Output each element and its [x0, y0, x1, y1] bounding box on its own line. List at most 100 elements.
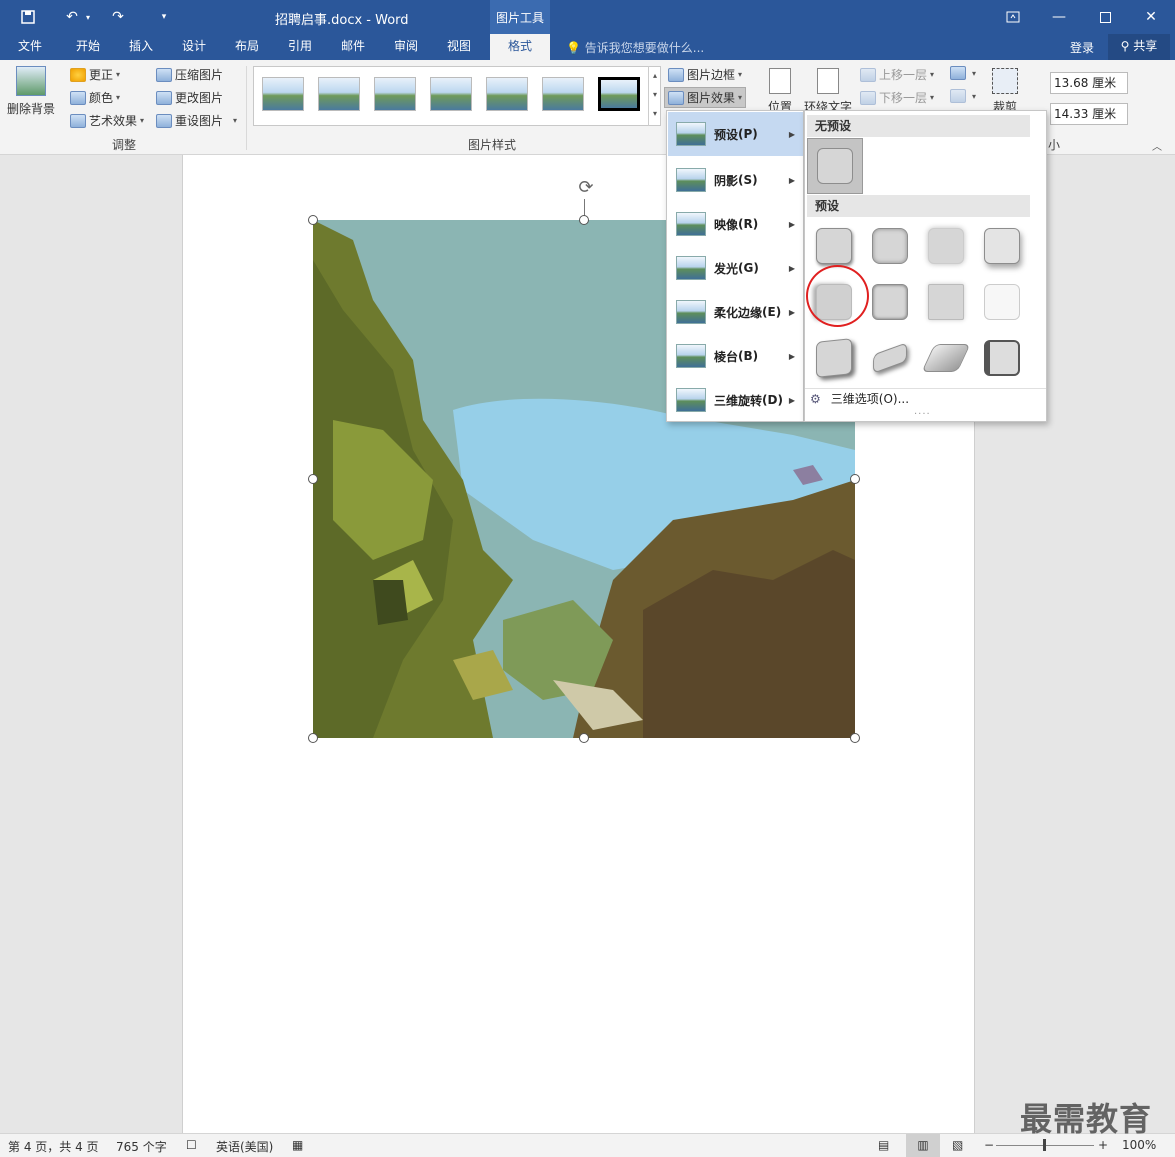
tell-me-search[interactable]: 💡 告诉我您想要做什么... [566, 39, 704, 56]
change-picture-label: 更改图片 [175, 91, 224, 105]
menu-item-shadow[interactable]: 阴影 (S) ▶ [668, 158, 803, 202]
close-icon[interactable]: ✕ [1128, 0, 1174, 34]
preset-11[interactable] [918, 330, 974, 386]
resize-handle-top[interactable] [579, 215, 589, 225]
undo-icon[interactable]: ↶ [60, 6, 84, 28]
maximize-icon[interactable] [1082, 0, 1128, 34]
border-icon [668, 67, 684, 82]
resize-grip-icon[interactable]: .... [914, 406, 931, 417]
tab-mailings[interactable]: 邮件 [327, 34, 379, 60]
glow-key: (G) [738, 261, 759, 275]
send-backward-button[interactable]: 下移一层 ▾ [860, 89, 934, 106]
menu-item-preset[interactable]: 预设 (P) ▶ [668, 112, 803, 156]
picture-style-3[interactable] [374, 77, 416, 111]
menu-item-bevel[interactable]: 棱台 (B) ▶ [668, 334, 803, 378]
save-icon[interactable] [16, 6, 40, 28]
wrap-text-button[interactable]: 环绕文字 [804, 68, 852, 115]
tab-design[interactable]: 设计 [168, 34, 220, 60]
proofing-icon[interactable]: ☐ [186, 1138, 197, 1152]
zoom-out-icon[interactable]: − [984, 1138, 994, 1152]
tab-home[interactable]: 开始 [62, 34, 114, 60]
preset-none[interactable] [807, 138, 863, 194]
menu-item-glow[interactable]: 发光 (G) ▶ [668, 246, 803, 290]
reset-picture-button[interactable]: 重设图片 ▾ [156, 112, 237, 129]
resize-handle-right[interactable] [850, 474, 860, 484]
preset-3[interactable] [918, 218, 974, 274]
redo-icon[interactable]: ↷ [106, 6, 130, 28]
resize-handle-bottom[interactable] [579, 733, 589, 743]
tab-file[interactable]: 文件 [4, 34, 56, 60]
resize-handle-bottom-left[interactable] [308, 733, 318, 743]
read-mode-icon[interactable]: ▤ [878, 1138, 889, 1152]
tab-layout[interactable]: 布局 [221, 34, 273, 60]
change-picture-icon [156, 90, 172, 105]
print-layout-icon[interactable]: ▥ [906, 1134, 940, 1157]
web-layout-icon[interactable]: ▧ [952, 1138, 963, 1152]
macro-icon[interactable]: ▦ [292, 1138, 303, 1152]
page-count[interactable]: 第 4 页，共 4 页 [8, 1138, 99, 1155]
3d-options-button[interactable]: ⚙ 三维选项(O)... [810, 390, 909, 407]
preset-9[interactable] [806, 330, 862, 386]
ribbon-display-icon[interactable] [990, 0, 1036, 34]
position-button[interactable]: 位置 [768, 68, 792, 115]
picture-style-6[interactable] [542, 77, 584, 111]
crop-button[interactable]: 裁剪 [992, 68, 1018, 115]
preset-7[interactable] [918, 274, 974, 330]
share-button[interactable]: ⚲ 共享 [1108, 34, 1170, 60]
collapse-ribbon-icon[interactable]: ︿ [1152, 138, 1162, 153]
vertical-scrollbar[interactable] [1160, 155, 1175, 1133]
corrections-button[interactable]: 更正 ▾ [70, 66, 120, 83]
title-bar: ↶ ▾ ↷ ▾ 招聘启事.docx - Word 图片工具 — ✕ [0, 0, 1175, 34]
height-field[interactable]: 13.68 厘米 [1050, 72, 1128, 94]
artistic-effects-button[interactable]: 艺术效果 ▾ [70, 112, 144, 129]
zoom-in-icon[interactable]: + [1098, 1138, 1108, 1152]
tab-insert[interactable]: 插入 [115, 34, 167, 60]
status-bar: 第 4 页，共 4 页 765 个字 ☐ 英语(美国) ▦ ▤ ▥ ▧ − + … [0, 1133, 1175, 1157]
word-count[interactable]: 765 个字 [116, 1138, 167, 1155]
bring-forward-button[interactable]: 上移一层 ▾ [860, 66, 934, 83]
remove-background-button[interactable]: 删除背景 [6, 66, 56, 117]
zoom-slider-thumb[interactable] [1043, 1139, 1046, 1151]
tab-format[interactable]: 格式 [490, 34, 550, 60]
picture-style-1[interactable] [262, 77, 304, 111]
rotate-handle-icon[interactable]: ⟳ [575, 177, 597, 199]
resize-handle-left[interactable] [308, 474, 318, 484]
preset-6[interactable] [862, 274, 918, 330]
effects-icon [668, 90, 684, 105]
resize-handle-bottom-right[interactable] [850, 733, 860, 743]
language[interactable]: 英语(美国) [216, 1138, 273, 1155]
menu-item-reflection[interactable]: 映像 (R) ▶ [668, 202, 803, 246]
customize-toolbar-icon[interactable]: ▾ [152, 6, 176, 28]
preset-2[interactable] [862, 218, 918, 274]
tab-view[interactable]: 视图 [433, 34, 485, 60]
position-icon [769, 68, 791, 94]
width-field[interactable]: 14.33 厘米 [1050, 103, 1128, 125]
group-button[interactable]: ▾ [950, 89, 976, 103]
picture-effects-button[interactable]: 图片效果 ▾ [664, 87, 747, 108]
glow-label: 发光 [714, 261, 739, 276]
preset-8[interactable] [974, 274, 1030, 330]
picture-style-7[interactable] [598, 77, 640, 111]
picture-styles-gallery[interactable] [253, 66, 661, 126]
picture-style-4[interactable] [430, 77, 472, 111]
tab-review[interactable]: 审阅 [380, 34, 432, 60]
compress-pictures-button[interactable]: 压缩图片 [156, 66, 223, 83]
align-button[interactable]: ▾ [950, 66, 976, 80]
minimize-icon[interactable]: — [1036, 0, 1082, 34]
preset-4[interactable] [974, 218, 1030, 274]
menu-item-soft-edges[interactable]: 柔化边缘 (E) ▶ [668, 290, 803, 334]
resize-handle-top-left[interactable] [308, 215, 318, 225]
zoom-level[interactable]: 100% [1122, 1138, 1156, 1152]
change-picture-button[interactable]: 更改图片 [156, 89, 223, 106]
gallery-scroll[interactable]: ▴ ▾ ▾ [648, 66, 661, 126]
picture-border-button[interactable]: 图片边框 ▾ [668, 66, 742, 83]
preset-12[interactable] [974, 330, 1030, 386]
tab-references[interactable]: 引用 [274, 34, 326, 60]
preset-10[interactable] [862, 330, 918, 386]
menu-item-3d-rotation[interactable]: 三维旋转 (D) ▶ [668, 378, 803, 422]
login-link[interactable]: 登录 [1070, 39, 1094, 56]
picture-style-2[interactable] [318, 77, 360, 111]
color-button[interactable]: 颜色 ▾ [70, 89, 120, 106]
undo-dropdown-icon[interactable]: ▾ [82, 6, 94, 28]
picture-style-5[interactable] [486, 77, 528, 111]
